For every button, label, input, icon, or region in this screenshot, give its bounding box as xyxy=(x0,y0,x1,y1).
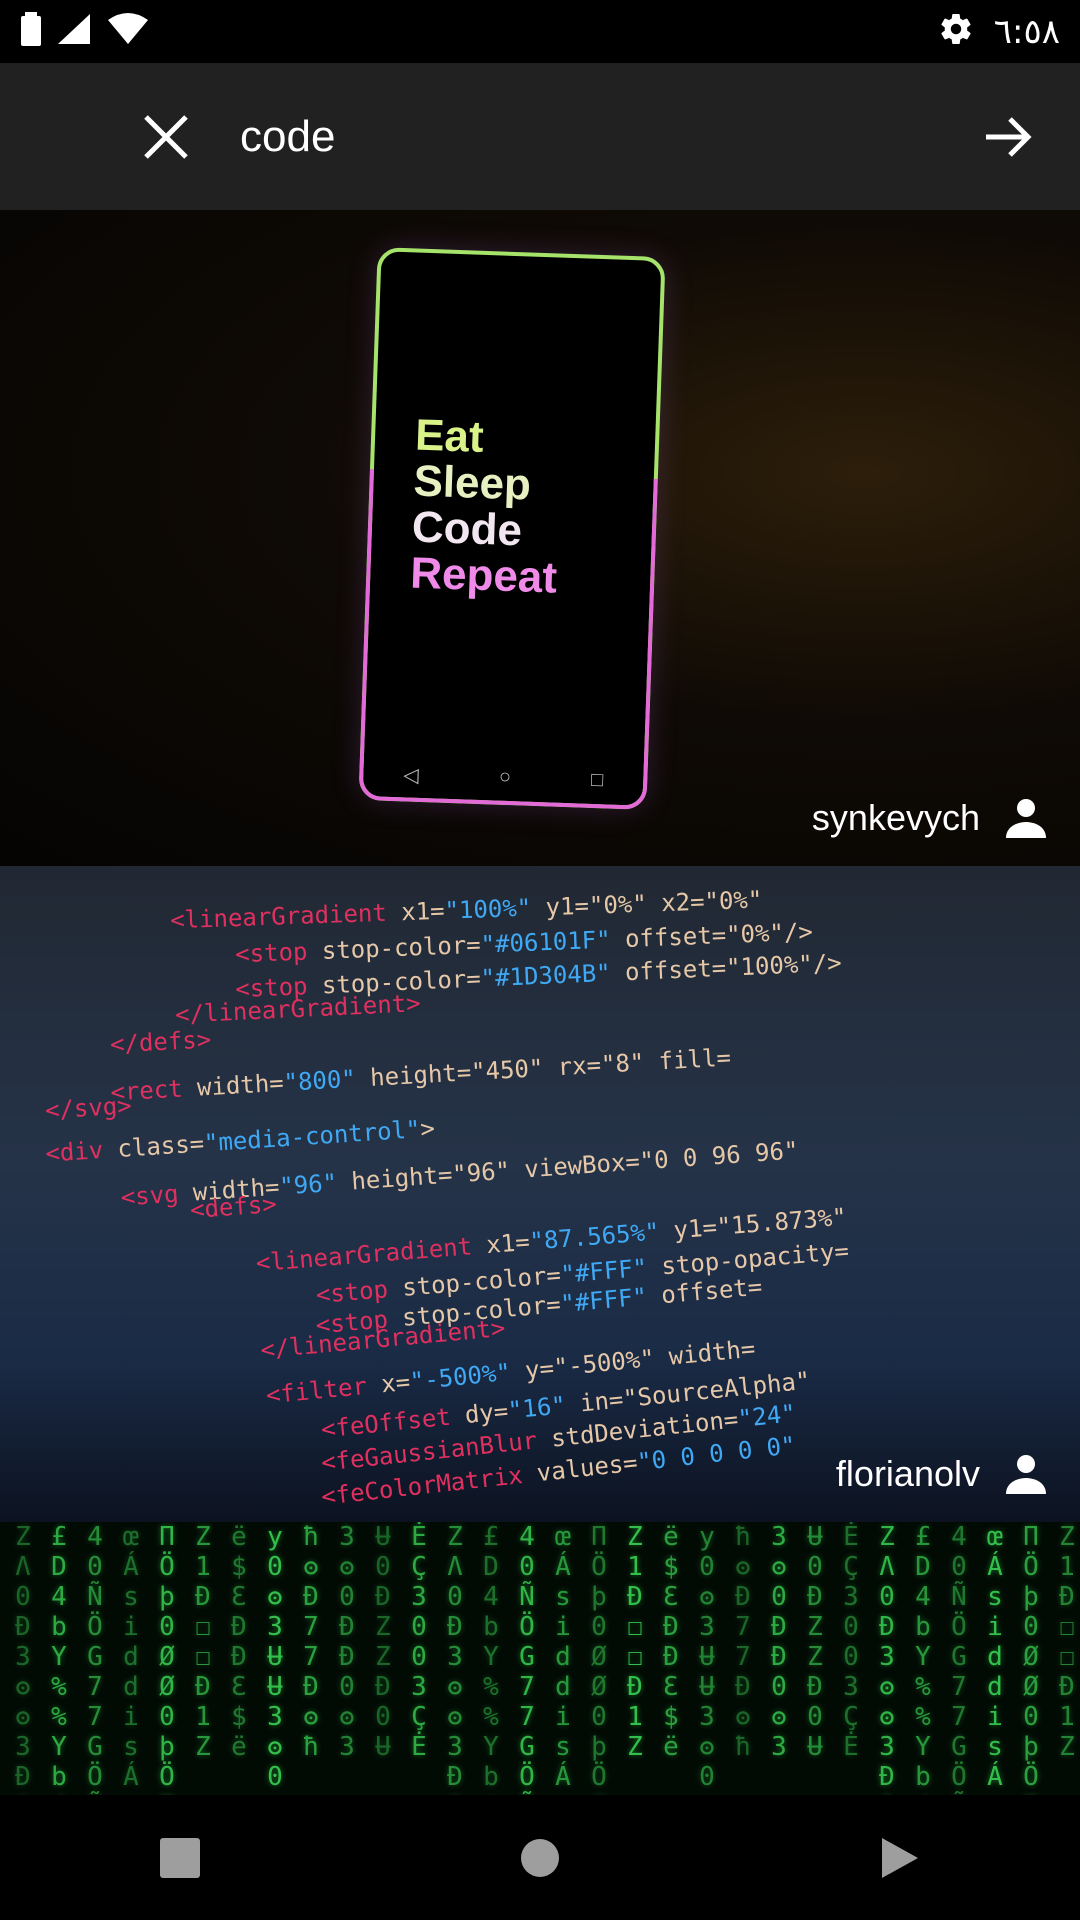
matrix-column: Ė Ç 3 0 0 3 Ç Ė xyxy=(843,1522,859,1762)
matrix-column: 4 0 Ñ Ö G 7 7 G Ö Ñ 0 4 xyxy=(951,1522,967,1795)
matrix-column: Z Ʌ 0 Ɖ 3 ʘ ʘ 3 Ɖ 0 Ʌ Z xyxy=(15,1522,31,1795)
matrix-column: 4 0 Ñ Ö G 7 7 G Ö Ñ 0 4 xyxy=(87,1522,103,1795)
back-triangle-icon xyxy=(882,1837,918,1878)
matrix-column: œ Á s i d d i s Á œ xyxy=(123,1522,139,1795)
person-icon xyxy=(1006,799,1046,838)
result-card[interactable]: Z Ʌ 0 Ɖ 3 ʘ ʘ 3 Ɖ 0 Ʌ Z £ D 4 b Y % % Y b… xyxy=(0,1522,1080,1795)
search-header: code xyxy=(0,63,1080,210)
search-input[interactable]: code xyxy=(240,112,335,162)
matrix-column: £ D 4 b Y % % Y b 4 D £ xyxy=(483,1522,499,1795)
matrix-column: Π Ö þ 0 Ø Ø 0 þ Ö Π xyxy=(159,1522,175,1795)
matrix-column: Z 1 Ð ☐ ☐ Ð 1 Z xyxy=(195,1522,211,1762)
image-text-line: Code xyxy=(411,502,523,556)
author-credit[interactable]: synkevych xyxy=(812,794,1050,842)
submit-search-button[interactable] xyxy=(980,109,1036,165)
matrix-column: Ʉ 0 Ð Z Z Ð 0 Ʉ xyxy=(807,1522,823,1762)
close-icon xyxy=(144,114,188,159)
matrix-column: £ D 4 b Y % % Y b 4 D £ xyxy=(915,1522,931,1795)
matrix-column: Π Ö þ 0 Ø Ø 0 þ Ö Π xyxy=(1023,1522,1039,1795)
result-card[interactable]: <linearGradient x1="100%" y1="0%" x2="0%… xyxy=(0,866,1080,1522)
image-text-line: Eat xyxy=(414,410,485,462)
code-line: <div class="media-control"> xyxy=(44,1114,436,1168)
matrix-column: 3 ʘ 0 Ɖ Ɖ 0 ʘ 3 xyxy=(771,1522,787,1762)
matrix-column: ë $ Ɛ Ð Ð Ɛ $ ë xyxy=(231,1522,247,1762)
wifi-icon xyxy=(106,12,150,51)
recents-button[interactable] xyxy=(150,1828,210,1888)
navigation-bar xyxy=(0,1795,1080,1920)
matrix-column: 3 ʘ 0 Ɖ Ɖ 0 ʘ 3 xyxy=(339,1522,355,1762)
matrix-column: y 0 ʘ 3 Ʉ Ʉ 3 ʘ 0 y xyxy=(699,1522,715,1795)
matrix-column: œ Á s i d d i s Á œ xyxy=(987,1522,1003,1795)
matrix-column: Z Ʌ 0 Ɖ 3 ʘ ʘ 3 Ɖ 0 Ʌ Z xyxy=(447,1522,463,1795)
result-card[interactable]: Eat Sleep Code Repeat ◁ ○ □ synkevych xyxy=(0,210,1080,866)
result-image-phone: Eat Sleep Code Repeat ◁ ○ □ xyxy=(358,247,666,810)
matrix-column: ë $ Ɛ Ð Ð Ɛ $ ë xyxy=(663,1522,679,1762)
arrow-right-icon xyxy=(986,116,1032,157)
matrix-column: Z Ʌ 0 Ɖ 3 ʘ ʘ 3 Ɖ 0 Ʌ Z xyxy=(879,1522,895,1795)
code-line: </linearGradient> xyxy=(174,989,422,1029)
matrix-column: 4 0 Ñ Ö G 7 7 G Ö Ñ 0 4 xyxy=(519,1522,535,1795)
phone-screen-text: Eat Sleep Code Repeat xyxy=(409,410,563,603)
home-circle-icon xyxy=(521,1838,559,1877)
signal-icon xyxy=(56,12,92,51)
code-line: <defs> xyxy=(189,1189,278,1225)
matrix-column: Ė Ç 3 0 0 3 Ç Ė xyxy=(411,1522,427,1762)
settings-icon xyxy=(938,11,974,52)
author-name: synkevych xyxy=(811,797,980,838)
matrix-column: Ʉ 0 Ð Z Z Ð 0 Ʉ xyxy=(375,1522,391,1762)
matrix-column: £ D 4 b Y % % Y b 4 D £ xyxy=(51,1522,67,1795)
image-text-line: Sleep xyxy=(412,456,532,510)
matrix-column: Z 1 Ð ☐ ☐ Ð 1 Z xyxy=(1059,1522,1075,1762)
recents-square-icon xyxy=(160,1837,200,1878)
matrix-column: ħ ʘ Ð 7 7 Ð ʘ ħ xyxy=(735,1522,751,1762)
author-credit[interactable]: florianolv xyxy=(836,1450,1050,1498)
code-line: </defs> xyxy=(109,1025,212,1059)
status-bar: ٦:٥٨ xyxy=(0,0,1080,63)
matrix-column: œ Á s i d d i s Á œ xyxy=(555,1522,571,1795)
clock: ٦:٥٨ xyxy=(993,11,1060,52)
author-name: florianolv xyxy=(835,1453,980,1494)
status-left xyxy=(0,12,150,51)
matrix-column: y 0 ʘ 3 Ʉ Ʉ 3 ʘ 0 y xyxy=(267,1522,283,1795)
matrix-column: Z 1 Ð ☐ ☐ Ð 1 Z xyxy=(627,1522,643,1762)
back-button[interactable] xyxy=(870,1828,930,1888)
home-button[interactable] xyxy=(510,1828,570,1888)
status-right: ٦:٥٨ xyxy=(938,11,1080,52)
code-line: </svg> xyxy=(44,1091,133,1125)
battery-icon xyxy=(20,12,42,51)
close-search-button[interactable] xyxy=(140,111,192,163)
matrix-column: Π Ö þ 0 Ø Ø 0 þ Ö Π xyxy=(591,1522,607,1795)
person-icon xyxy=(1006,1455,1046,1494)
image-text-line: Repeat xyxy=(409,548,558,603)
matrix-column: ħ ʘ Ð 7 7 Ð ʘ ħ xyxy=(303,1522,319,1762)
